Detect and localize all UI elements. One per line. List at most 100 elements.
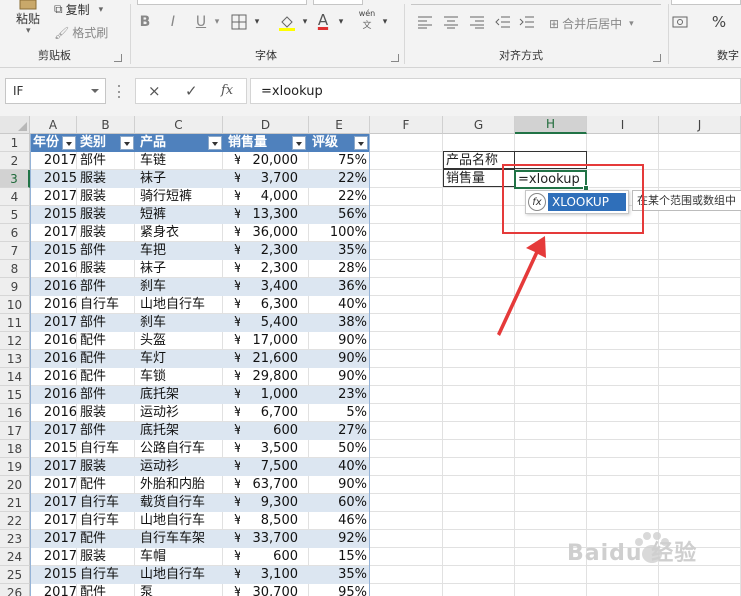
product-cell[interactable]: 车锁 [136,368,224,386]
row-header-15[interactable]: 15 [0,386,30,404]
product-cell[interactable]: 底托架 [136,422,224,440]
product-cell[interactable]: 载货自行车 [136,494,224,512]
increase-indent-icon[interactable] [517,12,537,32]
sales-cell[interactable]: 63,700 [224,476,300,494]
product-name-label-cell[interactable]: 产品名称 [443,151,515,169]
rating-cell[interactable]: 95% [308,584,368,596]
paste-dropdown-icon[interactable]: ▾ [26,26,31,36]
format-painter-button[interactable]: 🖌 格式刷 [54,24,108,41]
rating-cell[interactable]: 56% [308,206,368,224]
select-all-button[interactable] [0,116,30,134]
category-cell[interactable]: 服装 [78,188,136,206]
row-header-21[interactable]: 21 [0,494,30,512]
sales-cell[interactable]: 3,400 [224,278,300,296]
year-cell[interactable]: 2016 [30,386,78,404]
align-left-icon[interactable] [415,12,435,32]
product-cell[interactable]: 自行车车架 [136,530,224,548]
rating-cell[interactable]: 46% [308,512,368,530]
phonetic-icon[interactable]: wén 文 [357,9,377,31]
bold-button[interactable]: B [135,12,155,32]
year-cell[interactable]: 2016 [30,260,78,278]
rating-cell[interactable]: 22% [308,170,368,188]
product-cell[interactable]: 头盔 [136,332,224,350]
cancel-icon[interactable]: × [148,82,161,100]
align-right-icon[interactable] [467,12,487,32]
paste-button[interactable]: 粘贴 [16,10,40,27]
active-cell-h3[interactable]: =xlookup [514,170,589,191]
rating-cell[interactable]: 23% [308,386,368,404]
row-header-13[interactable]: 13 [0,350,30,368]
sales-label-cell[interactable]: 销售量 [443,169,515,187]
filter-year-icon[interactable] [62,136,76,150]
row-header-4[interactable]: 4 [0,188,30,206]
percent-button[interactable]: % [709,12,729,32]
column-header-h[interactable]: H [515,116,587,134]
sales-cell[interactable]: 1,000 [224,386,300,404]
year-cell[interactable]: 2017 [30,224,78,242]
rating-cell[interactable]: 27% [308,422,368,440]
rating-cell[interactable]: 5% [308,404,368,422]
italic-button[interactable]: I [163,12,183,32]
product-name-input-cell[interactable] [514,151,587,169]
row-header-22[interactable]: 22 [0,512,30,530]
category-cell[interactable]: 部件 [78,242,136,260]
category-cell[interactable]: 配件 [78,350,136,368]
rating-cell[interactable]: 90% [308,368,368,386]
alignment-launcher-icon[interactable] [653,54,661,62]
column-header-b[interactable]: B [77,116,135,134]
row-header-5[interactable]: 5 [0,206,30,224]
category-cell[interactable]: 配件 [78,368,136,386]
rating-cell[interactable]: 90% [308,350,368,368]
product-cell[interactable]: 袜子 [136,170,224,188]
year-cell[interactable]: 2016 [30,350,78,368]
product-cell[interactable]: 山地自行车 [136,296,224,314]
borders-dropdown-icon[interactable]: ▾ [247,12,267,32]
product-cell[interactable]: 刹车 [136,314,224,332]
product-cell[interactable]: 骑行短裤 [136,188,224,206]
column-header-a[interactable]: A [30,116,77,134]
rating-cell[interactable]: 50% [308,440,368,458]
row-header-7[interactable]: 7 [0,242,30,260]
sales-cell[interactable]: 9,300 [224,494,300,512]
row-header-20[interactable]: 20 [0,476,30,494]
sales-cell[interactable]: 2,300 [224,242,300,260]
fill-color-dropdown-icon[interactable]: ▾ [295,12,315,32]
merge-center-button[interactable]: ⊞ 合并后居中 ▾ [549,15,634,32]
paste-icon[interactable] [10,0,46,10]
category-cell[interactable]: 服装 [78,170,136,188]
rating-cell[interactable]: 28% [308,260,368,278]
product-cell[interactable]: 外胎和内胎 [136,476,224,494]
sales-cell[interactable]: 13,300 [224,206,300,224]
year-cell[interactable]: 2017 [30,422,78,440]
category-cell[interactable]: 部件 [78,386,136,404]
rating-cell[interactable]: 36% [308,278,368,296]
formula-input[interactable]: =xlookup [250,78,741,104]
category-cell[interactable]: 配件 [78,332,136,350]
category-cell[interactable]: 自行车 [78,566,136,584]
year-cell[interactable]: 2016 [30,404,78,422]
year-cell[interactable]: 2016 [30,296,78,314]
worksheet-grid[interactable]: ABCDEFGHIJ 1 2 3 4 5 6 7 8 9 10 11 12 13 14 15 16 17 18 19… [0,116,741,596]
filter-rating-icon[interactable] [354,136,368,150]
year-cell[interactable]: 2017 [30,584,78,596]
rating-cell[interactable]: 35% [308,242,368,260]
row-header-3[interactable]: 3 [0,170,30,188]
product-cell[interactable]: 公路自行车 [136,440,224,458]
product-cell[interactable]: 车把 [136,242,224,260]
category-cell[interactable]: 服装 [78,548,136,566]
row-header-23[interactable]: 23 [0,530,30,548]
row-header-1[interactable]: 1 [0,134,30,152]
font-launcher-icon[interactable] [391,54,399,62]
year-cell[interactable]: 2017 [30,494,78,512]
column-header-j[interactable]: J [659,116,741,134]
category-cell[interactable]: 服装 [78,224,136,242]
rating-cell[interactable]: 75% [308,152,368,170]
rating-cell[interactable]: 60% [308,494,368,512]
year-cell[interactable]: 2017 [30,530,78,548]
product-cell[interactable]: 车链 [136,152,224,170]
category-cell[interactable]: 自行车 [78,494,136,512]
year-cell[interactable]: 2015 [30,242,78,260]
column-header-i[interactable]: I [587,116,659,134]
sales-cell[interactable]: 6,700 [224,404,300,422]
rating-cell[interactable]: 40% [308,296,368,314]
